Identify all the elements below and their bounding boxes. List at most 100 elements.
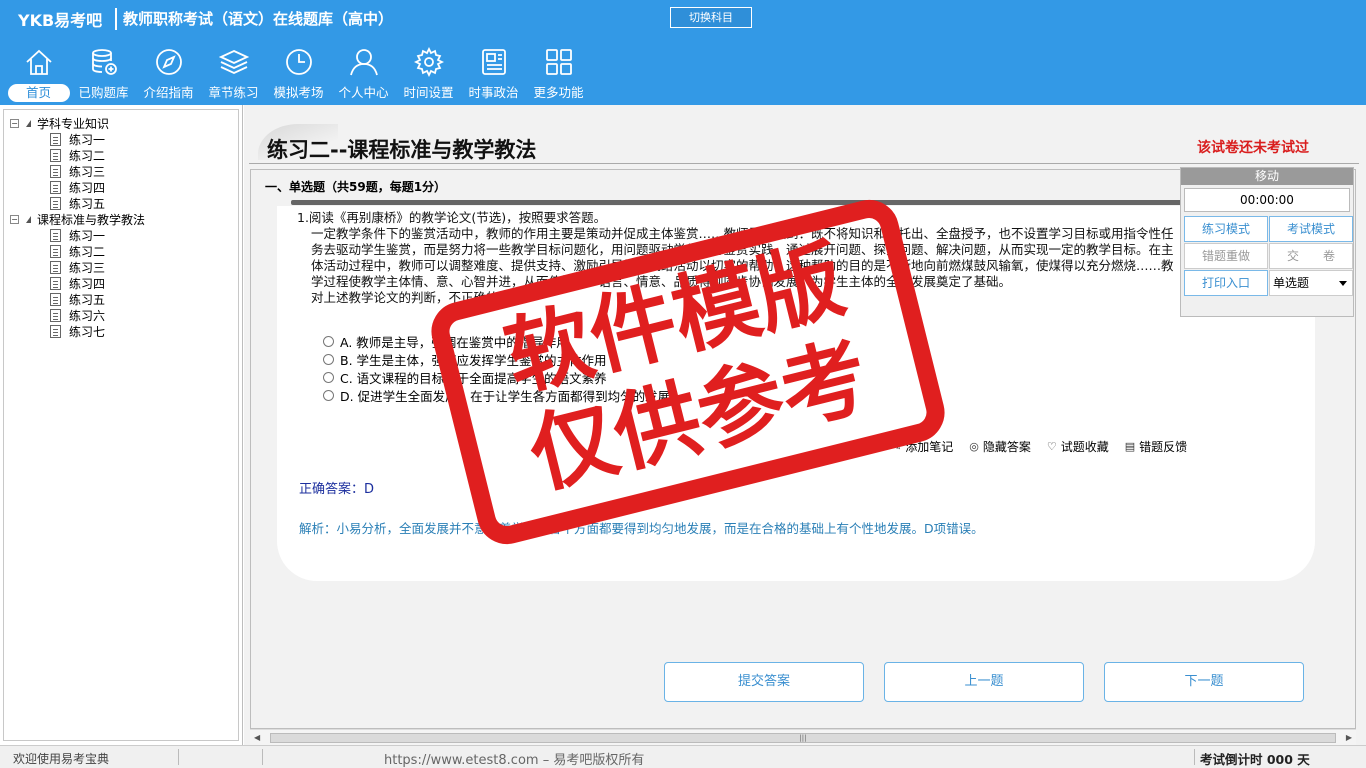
nav-label: 模拟考场 (273, 85, 324, 100)
tree-item-label: 练习七 (69, 324, 106, 339)
tree-item[interactable]: 练习四 (10, 275, 145, 291)
next-question-button[interactable]: 下一题 (1104, 662, 1304, 702)
exam-countdown: 考试倒计时 000 天 (1200, 752, 1310, 767)
scrollbar-thumb[interactable]: ||| (270, 733, 1336, 743)
option-b[interactable]: B. 学生是主体，强调应发挥学生鉴赏的主体作用 (323, 350, 670, 368)
eye-icon: ◎ (969, 440, 979, 453)
document-icon (50, 180, 61, 194)
tree-item[interactable]: 练习六 (10, 307, 145, 323)
tool-label: 错题反馈 (1139, 440, 1188, 454)
exam-status-notice: 该试卷还未考试过 (1197, 140, 1309, 156)
tree-group[interactable]: − 课程标准与教学教法 (10, 211, 145, 227)
tree-item-label: 练习六 (69, 308, 106, 323)
tree-item-selected[interactable]: 练习二 (10, 243, 145, 259)
hide-answer-button[interactable]: ◎ 隐藏答案 (969, 438, 1031, 455)
previous-question-button[interactable]: 上一题 (884, 662, 1084, 702)
radio-button[interactable] (323, 353, 334, 365)
nav-label: 介绍指南 (143, 85, 194, 100)
option-label: A. 教师是主导，强调在鉴赏中的指导作用 (340, 334, 569, 350)
grid-icon (545, 49, 572, 75)
gear-icon (413, 47, 444, 77)
tree-item[interactable]: 练习四 (10, 179, 145, 195)
nav-time-settings[interactable]: 时间设置 (396, 47, 461, 105)
nav-home[interactable]: 首页 (6, 47, 71, 105)
tool-label: 添加笔记 (905, 440, 954, 454)
exam-timer: 00:00:00 (1184, 188, 1350, 212)
question-type-select[interactable]: 单选题 (1269, 270, 1353, 296)
correct-answer: 正确答案：D (299, 482, 375, 497)
section-header: 一、单选题（共59题，每题1分） (265, 180, 447, 194)
question-tools: ✎ 添加笔记 ◎ 隐藏答案 ♡ 试题收藏 ▤ 错题反馈 (892, 438, 1187, 455)
nav-politics[interactable]: 时事政治 (461, 47, 526, 105)
submit-paper-button[interactable]: 交 卷 (1269, 243, 1353, 269)
exam-mode-button[interactable]: 考试模式 (1269, 216, 1353, 242)
sidebar: − 学科专业知识 练习一 练习二 练习三 练习四 练习五 − 课程标准与教学教法… (0, 105, 243, 745)
submit-answer-button[interactable]: 提交答案 (664, 662, 864, 702)
panel-buttons: 练习模式 考试模式 错题重做 交 卷 打印入口 单选题 (1184, 216, 1353, 296)
document-icon (50, 308, 61, 322)
nav-personal[interactable]: 个人中心 (331, 47, 396, 105)
horizontal-scrollbar[interactable]: ◀ ||| ▶ (250, 729, 1356, 745)
tree-item-label: 练习一 (69, 132, 106, 147)
tree-item[interactable]: 练习一 (10, 227, 145, 243)
section-divider (291, 200, 1211, 205)
tree-group[interactable]: − 学科专业知识 (10, 115, 145, 131)
status-welcome: 欢迎使用易考宝典 (13, 752, 110, 766)
chapter-tree: − 学科专业知识 练习一 练习二 练习三 练习四 练习五 − 课程标准与教学教法… (10, 115, 145, 339)
brand-divider (115, 8, 117, 30)
option-label: B. 学生是主体，强调应发挥学生鉴赏的主体作用 (340, 352, 607, 368)
folder-icon (26, 119, 31, 127)
option-a[interactable]: A. 教师是主导，强调在鉴赏中的指导作用 (323, 332, 670, 350)
feedback-button[interactable]: ▤ 错题反馈 (1125, 438, 1187, 455)
tree-group-label: 课程标准与教学教法 (37, 212, 146, 227)
nav-label: 个人中心 (338, 85, 389, 100)
radio-button[interactable] (323, 335, 334, 347)
document-icon (50, 292, 61, 306)
options-list: A. 教师是主导，强调在鉴赏中的指导作用 B. 学生是主体，强调应发挥学生鉴赏的… (323, 332, 670, 404)
status-divider (262, 749, 263, 765)
switch-subject-button[interactable]: 切换科目 (670, 7, 752, 28)
tree-item[interactable]: 练习三 (10, 259, 145, 275)
collapse-icon[interactable]: − (10, 214, 19, 224)
nav-guide[interactable]: 介绍指南 (136, 47, 201, 105)
scroll-left-icon[interactable]: ◀ (254, 733, 260, 742)
nav-chapter[interactable]: 章节练习 (201, 47, 266, 105)
document-icon (50, 132, 61, 146)
document-icon (50, 276, 61, 290)
nav-label: 时间设置 (403, 85, 454, 100)
option-d[interactable]: D. 促进学生全面发展，在于让学生各方面都得到均匀的发展 (323, 386, 670, 404)
tree-item-label: 练习四 (69, 180, 106, 195)
status-divider (1194, 749, 1195, 765)
answer-explanation: 解析：小易分析，全面发展并不意味着学生的各个方面都要得到均匀地发展，而是在合格的… (299, 521, 984, 536)
scroll-right-icon[interactable]: ▶ (1346, 733, 1352, 742)
print-entry-button[interactable]: 打印入口 (1184, 270, 1268, 296)
option-c[interactable]: C. 语文课程的目标在于全面提高学生的语文素养 (323, 368, 670, 386)
radio-button[interactable] (323, 389, 334, 401)
nav-mock[interactable]: 模拟考场 (266, 47, 331, 105)
document-icon (50, 260, 61, 274)
document-icon (50, 228, 61, 242)
tree-item[interactable]: 练习二 (10, 147, 145, 163)
tree-item[interactable]: 练习五 (10, 291, 145, 307)
tree-item[interactable]: 练习三 (10, 163, 145, 179)
redo-wrong-button[interactable]: 错题重做 (1184, 243, 1268, 269)
status-bar: 欢迎使用易考宝典 https://www.etest8.com – 易考吧版权所… (0, 745, 1366, 768)
brand-logo: YKB易考吧 (18, 11, 103, 30)
status-divider (178, 749, 179, 765)
collapse-icon[interactable]: − (10, 118, 19, 128)
practice-mode-button[interactable]: 练习模式 (1184, 216, 1268, 242)
tree-item[interactable]: 练习七 (10, 323, 145, 339)
panel-move-handle[interactable]: 移动 (1181, 168, 1353, 185)
nav-purchased[interactable]: 已购题库 (71, 47, 136, 105)
folder-icon (26, 215, 31, 223)
question-nav-buttons: 提交答案 上一题 下一题 (664, 662, 1304, 702)
add-note-button[interactable]: ✎ 添加笔记 (892, 438, 953, 455)
tree-group-label: 学科专业知识 (37, 116, 110, 131)
nav-more[interactable]: 更多功能 (526, 47, 591, 105)
tree-item[interactable]: 练习五 (10, 195, 145, 211)
question-stem: 1.阅读《再别康桥》的教学论文(节选)，按照要求答题。 (297, 210, 607, 225)
favorite-button[interactable]: ♡ 试题收藏 (1047, 438, 1109, 455)
tree-item[interactable]: 练习一 (10, 131, 145, 147)
question-prompt: 对上述教学论文的判断，不正确的是( ) (311, 290, 525, 305)
radio-button[interactable] (323, 371, 334, 383)
